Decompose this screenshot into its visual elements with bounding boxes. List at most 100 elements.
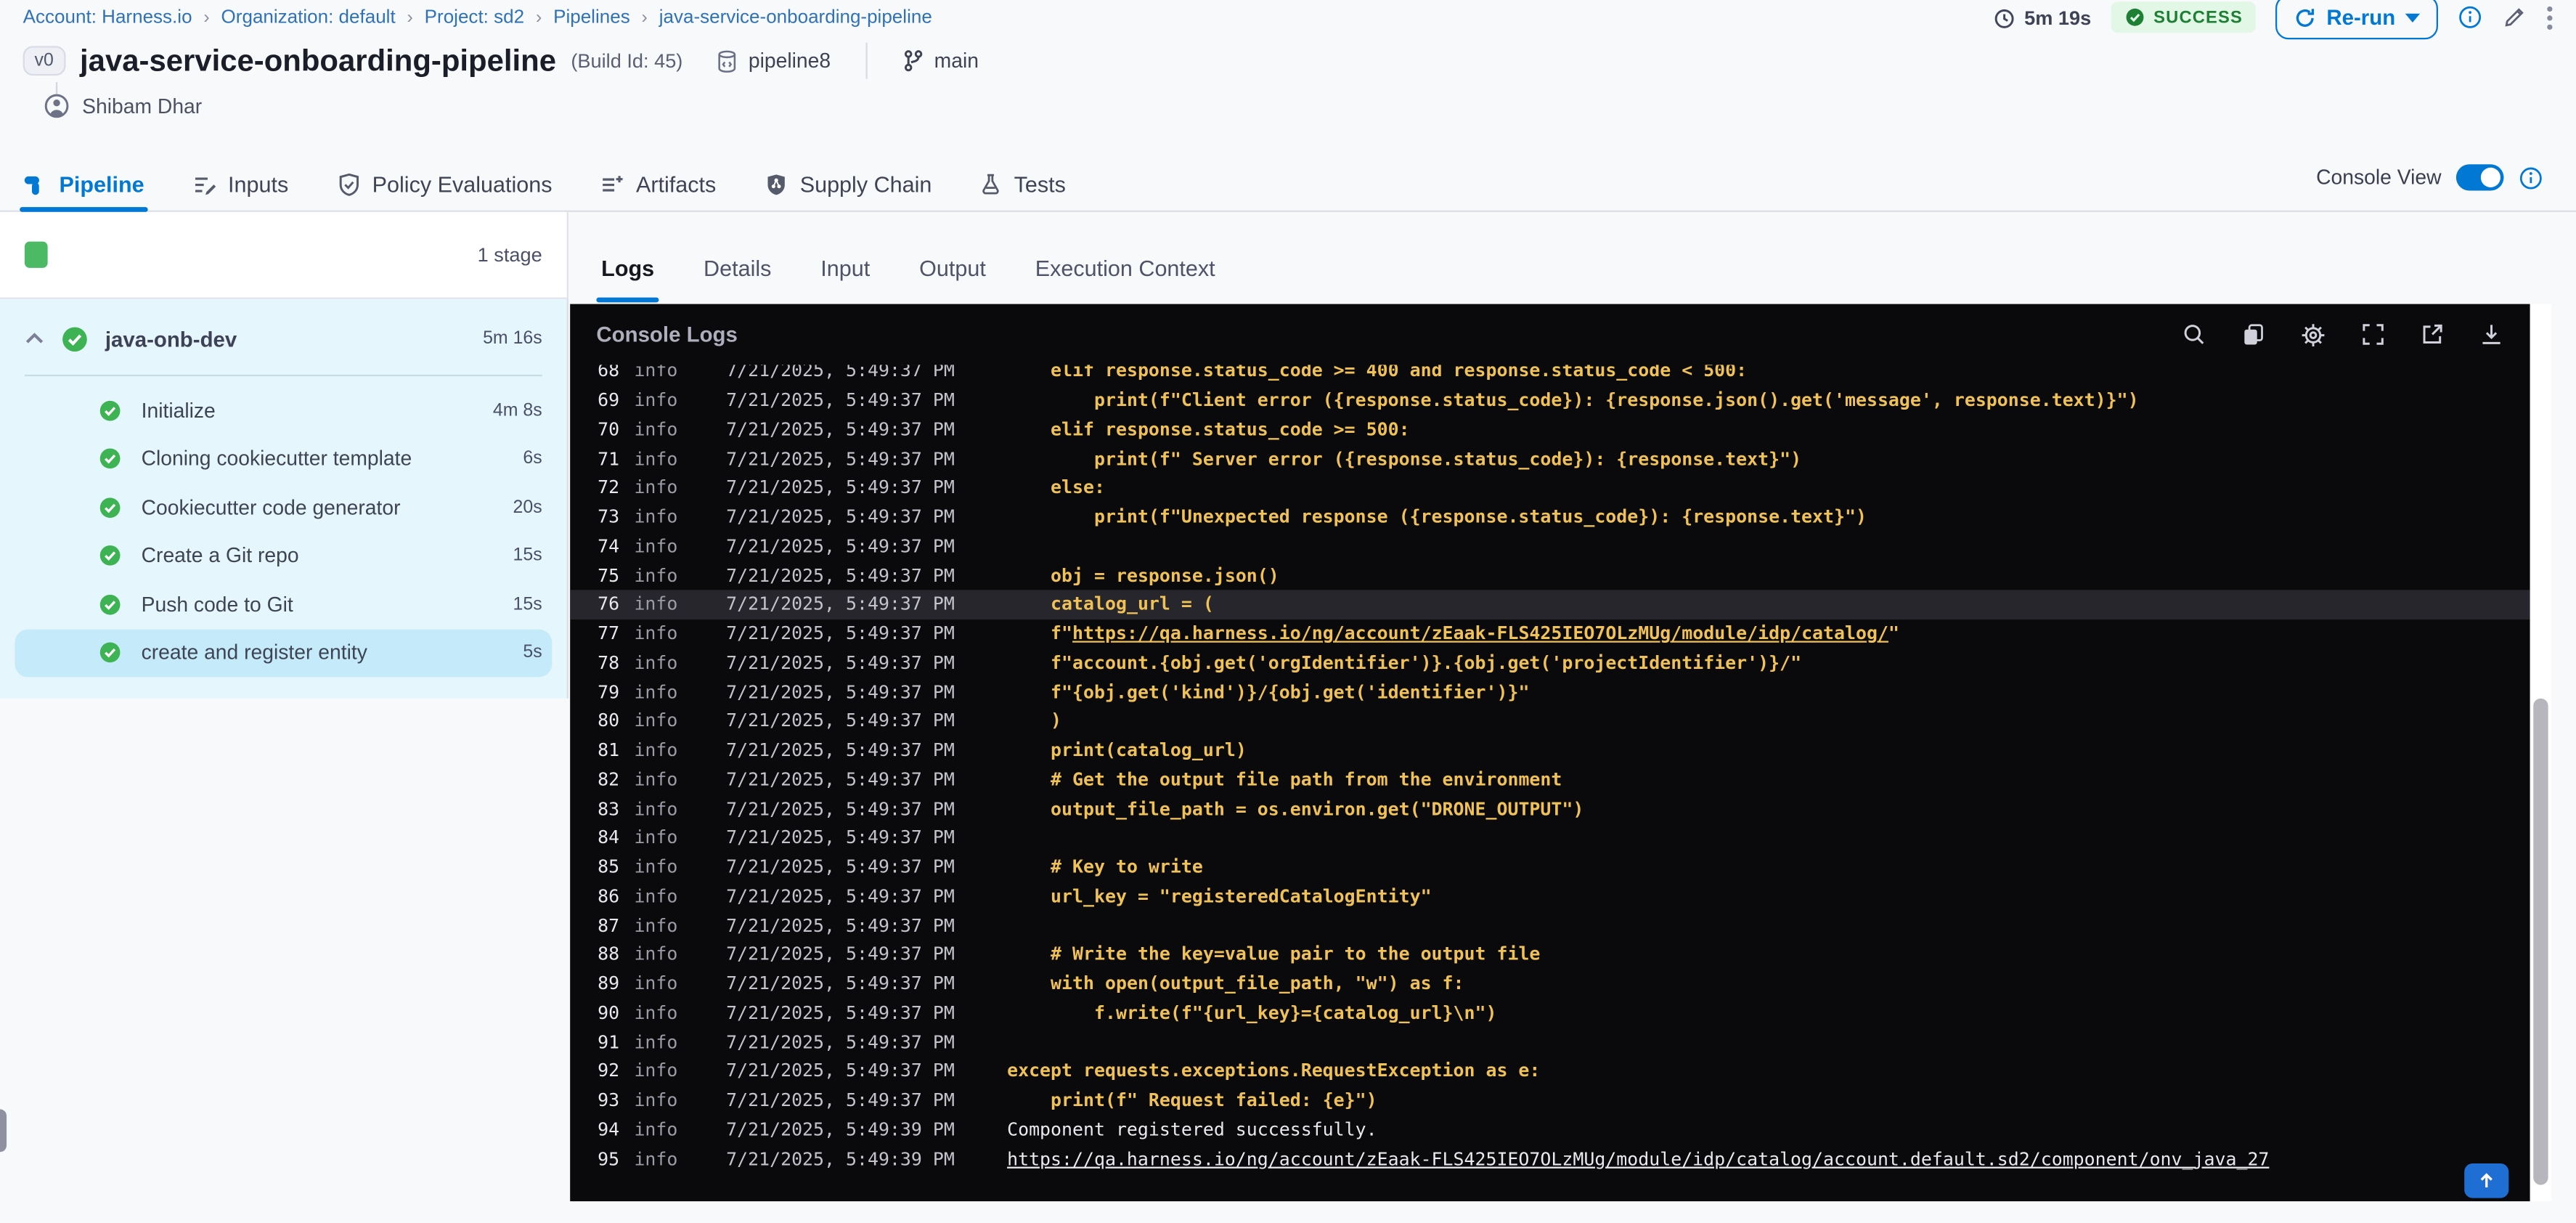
tab-tests[interactable]: Tests [979,158,1066,210]
line-number: 71 [598,447,620,470]
log-message: f.write(f"{url_key}={catalog_url}\n") [1093,1002,1497,1024]
copy-icon[interactable] [2241,322,2265,347]
console-log-lines: 68 info 7/21/2025, 5:49:37 PM elif respons… [570,365,2530,1201]
log-message: elif response.status_code >= 400 and res… [1051,365,1748,382]
stage-count-row: 1 stage [0,211,568,299]
line-number: 92 [598,1060,620,1082]
log-message: print(f"Client error ({response.status_c… [1093,389,2139,411]
pipeline-ref-chip[interactable]: pipeline8 [714,49,831,73]
top-bar: Account: Harness.io › Organization: defa… [0,0,2576,40]
console-view-info-icon[interactable] [2519,165,2543,190]
tab-execution-context[interactable]: Execution Context [1035,256,1215,281]
line-number: 69 [598,389,620,411]
info-icon[interactable] [2458,5,2482,30]
log-timestamp: 7/21/2025, 5:49:37 PM [726,972,955,995]
log-line: 80 info 7/21/2025, 5:49:37 PM ) [570,707,2530,736]
log-line: 89 info 7/21/2025, 5:49:37 PM with open(ou… [570,969,2530,998]
breadcrumb-account[interactable]: Account: Harness.io [23,7,192,27]
rerun-button[interactable]: Re-run [2275,0,2438,40]
log-line: 84 info 7/21/2025, 5:49:37 PM [570,824,2530,853]
edit-pencil-icon[interactable] [2502,5,2527,30]
version-badge: v0 [23,46,65,76]
log-timestamp: 7/21/2025, 5:49:39 PM [726,1118,955,1141]
breadcrumb-organization[interactable]: Organization: default [221,7,396,27]
console-view-toggle[interactable] [2455,164,2504,191]
build-id: (Build Id: 45) [571,49,683,73]
arrow-up-icon [2476,1170,2497,1191]
tab-logs[interactable]: Logs [596,256,660,303]
line-number: 91 [598,1031,620,1053]
gear-icon[interactable] [2300,321,2326,347]
log-link[interactable]: https://qa.harness.io/ng/account/zEaak-F… [1072,623,1888,644]
step-cloning-cookiecutter-template[interactable]: Cloning cookiecutter template 6s [0,435,567,484]
log-message: f"account.{obj.get('orgIdentifier')}.{ob… [1051,652,1802,674]
line-number: 79 [598,681,620,703]
tab-pipeline[interactable]: Pipeline [20,158,147,212]
tab-supply-chain[interactable]: Supply Chain [764,158,932,210]
log-line: 79 info 7/21/2025, 5:49:37 PM f"{obj.get('… [570,678,2530,707]
log-line: 76 info 7/21/2025, 5:49:37 PM catalog_url … [570,590,2530,619]
refresh-icon [2294,6,2317,29]
breadcrumb-pipeline-name[interactable]: java-service-onboarding-pipeline [659,7,932,27]
tab-inputs[interactable]: Inputs [192,158,288,210]
log-timestamp: 7/21/2025, 5:49:37 PM [726,477,955,499]
log-link[interactable]: https://qa.harness.io/ng/account/zEaak-F… [1007,1148,2269,1169]
breadcrumb-project[interactable]: Project: sd2 [425,7,524,27]
branch-chip[interactable]: main [901,49,979,73]
log-message: f"https://qa.harness.io/ng/account/zEaak… [1051,622,1899,645]
log-timestamp: 7/21/2025, 5:49:37 PM [726,1089,955,1111]
log-timestamp: 7/21/2025, 5:49:37 PM [726,389,955,411]
step-create-and-register-entity[interactable]: create and register entity 5s [15,628,553,678]
log-level: info [634,652,678,674]
inputs-icon [192,171,216,196]
log-line: 72 info 7/21/2025, 5:49:37 PM else: [570,474,2530,503]
log-timestamp: 7/21/2025, 5:49:37 PM [726,681,955,703]
line-number: 94 [598,1118,620,1141]
scroll-to-top-button[interactable] [2464,1163,2509,1198]
title-row: v0 java-service-onboarding-pipeline (Bui… [23,38,979,84]
log-message: f"{obj.get('kind')}/{obj.get('identifier… [1051,681,1530,703]
tab-output[interactable]: Output [919,256,986,281]
toggle-knob [2480,167,2500,187]
step-initialize[interactable]: Initialize 4m 8s [0,386,567,435]
search-icon[interactable] [2182,322,2206,347]
log-line: 75 info 7/21/2025, 5:49:37 PM obj = respon… [570,561,2530,590]
log-level: info [634,418,678,441]
chevron-up-icon[interactable] [25,332,44,345]
log-line: 78 info 7/21/2025, 5:49:37 PM f"account.{o… [570,649,2530,678]
log-line: 91 info 7/21/2025, 5:49:37 PM [570,1028,2530,1057]
step-cookiecutter-code-generator[interactable]: Cookiecutter code generator 20s [0,483,567,532]
breadcrumb-pipelines[interactable]: Pipelines [553,7,630,27]
step-create-a-git-repo[interactable]: Create a Git repo 15s [0,532,567,580]
log-level: info [634,681,678,703]
repository-icon [714,49,738,73]
line-number: 72 [598,477,620,499]
tab-details[interactable]: Details [704,256,771,281]
git-branch-icon [901,49,924,73]
console-view-label: Console View [2316,166,2442,190]
fullscreen-icon[interactable] [2361,322,2386,347]
log-message: print(f"Unexpected response ({response.s… [1093,506,1867,528]
step-success-icon [99,447,122,471]
step-push-code-to-git[interactable]: Push code to Git 15s [0,580,567,629]
log-message: print(f" Server error ({response.status_… [1093,447,1802,470]
line-number: 87 [598,914,620,936]
log-level: info [634,477,678,499]
log-line: 95 info 7/21/2025, 5:49:39 PM https://qa.ha… [570,1144,2530,1173]
log-level: info [634,389,678,411]
open-in-new-icon[interactable] [2420,322,2445,347]
log-message: # Key to write [1051,856,1203,878]
tab-artifacts[interactable]: Artifacts [600,158,716,210]
download-icon[interactable] [2479,322,2504,347]
console-logs-panel: Console Logs 68 info 7/21/2025, 5:49:37 PM… [570,304,2530,1202]
more-options-kebab-icon[interactable] [2546,4,2553,31]
stage-count-label: 1 stage [477,243,542,267]
log-scrollbar-thumb[interactable] [2533,698,2548,1185]
step-success-icon [99,641,122,665]
left-panel-drag-handle[interactable] [0,1109,7,1153]
triggered-by: Shibam Dhar [44,94,202,118]
log-level: info [634,1147,678,1170]
tab-policy-evaluations[interactable]: Policy Evaluations [336,158,553,210]
stage-header[interactable]: java-onb-dev 5m 16s [0,314,567,363]
tab-input[interactable]: Input [820,256,870,281]
